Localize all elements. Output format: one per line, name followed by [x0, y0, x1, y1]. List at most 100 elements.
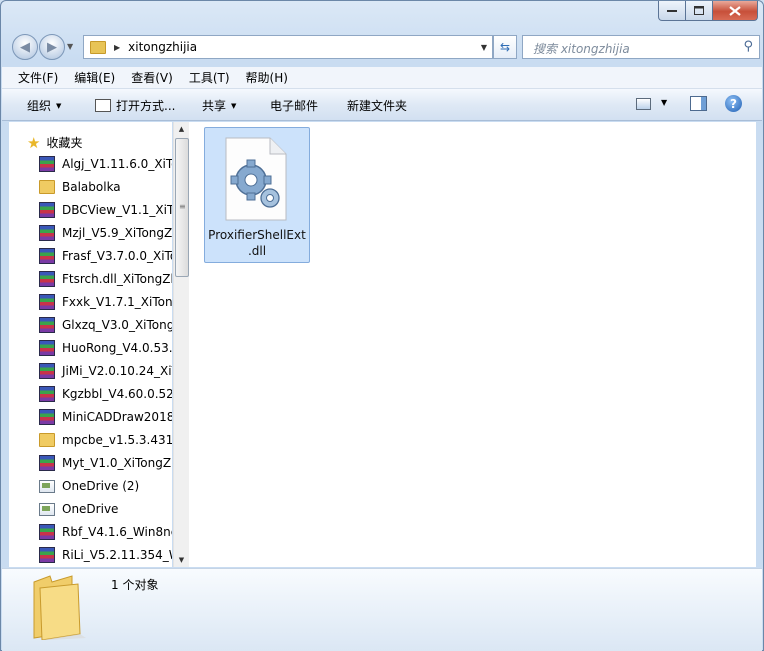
- nav-item[interactable]: HuoRong_V4.0.53.6: [39, 338, 172, 358]
- nav-item-label: Glxzq_V3.0_XiTongZ: [62, 318, 172, 332]
- favorites-node[interactable]: ★ 收藏夹: [27, 134, 82, 151]
- nav-item[interactable]: Algj_V1.11.6.0_XiTo: [39, 154, 172, 174]
- refresh-button[interactable]: ⇆: [493, 35, 517, 59]
- item-count: 1 个对象: [111, 578, 159, 592]
- nav-item-label: Myt_V1.0_XiTongZH: [62, 456, 172, 470]
- recent-pages-dropdown-icon[interactable]: ▼: [67, 42, 73, 51]
- help-icon[interactable]: ?: [725, 95, 742, 112]
- nav-item[interactable]: JiMi_V2.0.10.24_XiT: [39, 361, 172, 381]
- address-dropdown-icon[interactable]: ▼: [476, 36, 492, 58]
- nav-item-label: Rbf_V4.1.6_Win8net: [62, 525, 172, 539]
- nav-item-label: DBCView_V1.1_XiTo: [62, 203, 172, 217]
- nav-item-label: Balabolka: [62, 180, 121, 194]
- dll-gear-file-icon: [225, 137, 287, 221]
- scroll-down-icon[interactable]: ▼: [174, 553, 189, 567]
- nav-item-label: Kgzbbl_V4.60.0.520: [62, 387, 172, 401]
- nav-item-label: Frasf_V3.7.0.0_XiTo: [62, 249, 172, 263]
- view-dropdown-icon[interactable]: ▼: [661, 98, 667, 107]
- navigation-bar: ◀ ▶ ▼ ▶ xitongzhijia ▼ ⇆ 搜索 xitongzhijia…: [9, 32, 760, 62]
- command-bar: 组织 ▼ 打开方式... 共享 ▼ 电子邮件 新建文件夹 ▼ ?: [2, 89, 762, 121]
- nav-item[interactable]: RiLi_V5.2.11.354_Wi: [39, 545, 172, 565]
- nav-item[interactable]: mpcbe_v1.5.3.4312: [39, 430, 172, 450]
- rar-archive-icon: [39, 386, 55, 402]
- menu-bar: 文件(F) 编辑(E) 查看(V) 工具(T) 帮助(H): [2, 67, 762, 89]
- rar-archive-icon: [39, 409, 55, 425]
- refresh-icon: ⇆: [499, 40, 511, 54]
- search-input[interactable]: 搜索 xitongzhijia ⚲: [522, 35, 760, 59]
- nav-item-label: JiMi_V2.0.10.24_XiT: [62, 364, 172, 378]
- caption-buttons: [658, 1, 758, 21]
- nav-item[interactable]: DBCView_V1.1_XiTo: [39, 200, 172, 220]
- menu-file[interactable]: 文件(F): [2, 69, 66, 86]
- nav-item[interactable]: OneDrive (2): [39, 476, 139, 496]
- forward-button[interactable]: ▶: [39, 34, 65, 60]
- scroll-up-icon[interactable]: ▲: [174, 122, 189, 136]
- nav-item[interactable]: Frasf_V3.7.0.0_XiTo: [39, 246, 172, 266]
- dropdown-arrow-icon: ▼: [231, 101, 237, 110]
- nav-item-label: Algj_V1.11.6.0_XiTo: [62, 157, 172, 171]
- file-name-line: ProxifierShellExt: [208, 228, 306, 242]
- search-icon[interactable]: ⚲: [743, 39, 753, 54]
- file-list[interactable]: ProxifierShellExt .dll: [189, 122, 756, 567]
- rar-archive-icon: [39, 455, 55, 471]
- menu-tools[interactable]: 工具(T): [181, 69, 238, 86]
- nav-item[interactable]: Balabolka: [39, 177, 121, 197]
- minimize-icon: [667, 9, 677, 12]
- share-button[interactable]: 共享 ▼: [202, 97, 236, 114]
- address-bar[interactable]: ▶ xitongzhijia ▼: [83, 35, 493, 59]
- folder-icon: [39, 433, 55, 447]
- file-item[interactable]: ProxifierShellExt .dll: [204, 127, 310, 263]
- back-button[interactable]: ◀: [12, 34, 38, 60]
- menu-help[interactable]: 帮助(H): [238, 69, 296, 86]
- open-with-button[interactable]: 打开方式...: [95, 97, 175, 114]
- navigation-pane: ★ 收藏夹 Algj_V1.11.6.0_XiTo Balabolka DBCV…: [9, 122, 172, 567]
- nav-item[interactable]: MiniCADDraw2018: [39, 407, 172, 427]
- maximize-button[interactable]: [686, 1, 713, 21]
- explorer-window: ◀ ▶ ▼ ▶ xitongzhijia ▼ ⇆ 搜索 xitongzhijia…: [0, 0, 764, 651]
- file-extension: .dll: [247, 244, 267, 258]
- rar-archive-icon: [39, 317, 55, 333]
- close-icon: [729, 5, 741, 16]
- folder-icon: [90, 40, 106, 54]
- nav-item[interactable]: Fxxk_V1.7.1_XiTong: [39, 292, 172, 312]
- open-with-icon: [95, 99, 111, 112]
- new-folder-button[interactable]: 新建文件夹: [347, 97, 407, 114]
- nav-item[interactable]: Kgzbbl_V4.60.0.520: [39, 384, 172, 404]
- nav-item-label: HuoRong_V4.0.53.6: [62, 341, 172, 355]
- forward-arrow-icon: ▶: [47, 39, 57, 55]
- onedrive-icon: [39, 479, 55, 493]
- preview-pane-icon[interactable]: [690, 96, 707, 111]
- maximize-icon: [694, 6, 704, 15]
- email-button[interactable]: 电子邮件: [270, 97, 318, 114]
- breadcrumb-xitongzhijia[interactable]: xitongzhijia: [128, 40, 197, 54]
- details-pane: 1 个对象: [2, 568, 762, 651]
- nav-item-label: Ftsrch.dll_XiTongZh: [62, 272, 172, 286]
- nav-item-label: OneDrive: [62, 502, 119, 516]
- navigation-scrollbar[interactable]: ▲ ≡ ▼: [173, 122, 189, 567]
- menu-edit[interactable]: 编辑(E): [66, 69, 123, 86]
- nav-item[interactable]: Rbf_V4.1.6_Win8net: [39, 522, 172, 542]
- minimize-button[interactable]: [658, 1, 686, 21]
- nav-item[interactable]: Myt_V1.0_XiTongZH: [39, 453, 172, 473]
- favorites-label: 收藏夹: [46, 136, 83, 150]
- folder-icon: [39, 180, 55, 194]
- nav-item[interactable]: Glxzq_V3.0_XiTongZ: [39, 315, 172, 335]
- nav-item-label: Fxxk_V1.7.1_XiTong: [62, 295, 172, 309]
- nav-item[interactable]: Mzjl_V5.9_XiTongZh: [39, 223, 172, 243]
- folder-icon: [33, 575, 86, 640]
- nav-item-label: RiLi_V5.2.11.354_Wi: [62, 548, 172, 562]
- scrollbar-thumb[interactable]: ≡: [175, 138, 189, 277]
- rar-archive-icon: [39, 340, 55, 356]
- breadcrumb-arrow-icon[interactable]: ▶: [114, 43, 120, 52]
- nav-item[interactable]: OneDrive: [39, 499, 118, 519]
- new-folder-label: 新建文件夹: [347, 99, 408, 113]
- nav-item[interactable]: Ftsrch.dll_XiTongZh: [39, 269, 172, 289]
- change-view-icon[interactable]: [636, 98, 651, 110]
- organize-button[interactable]: 组织 ▼: [27, 97, 61, 114]
- menu-view[interactable]: 查看(V): [123, 69, 181, 86]
- rar-archive-icon: [39, 363, 55, 379]
- close-button[interactable]: [713, 1, 758, 21]
- file-name: ProxifierShellExt .dll: [205, 227, 309, 259]
- dropdown-arrow-icon: ▼: [56, 101, 62, 110]
- rar-archive-icon: [39, 294, 55, 310]
